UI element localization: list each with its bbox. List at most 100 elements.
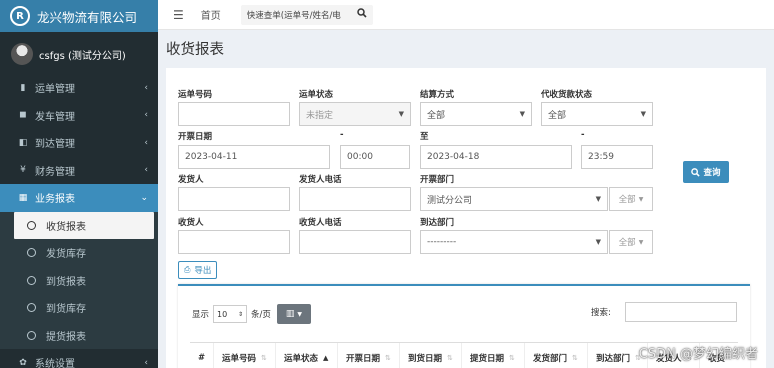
sidebar-item-waybill[interactable]: ▮ 运单管理 ‹	[0, 74, 158, 102]
submenu-item-pickup-report[interactable]: 提货报表	[0, 322, 158, 350]
search-icon[interactable]	[357, 8, 373, 21]
invoice-dept-scope-button[interactable]: 全部 ▼	[609, 187, 653, 211]
chevron-left-icon: ‹	[144, 357, 148, 368]
user-panel[interactable]: csfgs (测试分公司)	[0, 34, 158, 74]
sort-icon: ⇅	[572, 353, 578, 362]
waybill-status-select[interactable]: 未指定 ▼	[299, 102, 411, 126]
export-icon: ⎙	[184, 265, 191, 274]
time-from-input[interactable]: 00:00	[340, 145, 410, 169]
query-button[interactable]: 查询	[683, 161, 729, 183]
caret-down-icon: ▼	[519, 110, 525, 118]
column-header-invoice-date[interactable]: 开票日期 ⇅	[338, 343, 400, 368]
time-to-input[interactable]: 23:59	[581, 145, 653, 169]
table-icon: ▦	[18, 192, 28, 203]
menu-toggle-icon[interactable]: ☰	[173, 8, 184, 22]
waybill-no-input[interactable]	[178, 102, 290, 126]
column-header-arrival-date[interactable]: 到货日期 ⇅	[400, 343, 462, 368]
page-size-controls: 显示 10 ⇕ 条/页 ▥ ▼	[192, 304, 311, 324]
sidebar-item-settings[interactable]: ✿ 系统设置 ‹	[0, 349, 158, 368]
app-title: 龙兴物流有限公司	[37, 9, 138, 25]
circle-icon	[27, 248, 36, 258]
arrival-dept-scope-button[interactable]: 全部 ▼	[609, 230, 653, 254]
truck-arrive-icon: ◧	[18, 137, 28, 148]
export-button[interactable]: ⎙ 导出	[178, 261, 218, 279]
reports-submenu: 收货报表 发货库存 到货报表 到货库存 提货报表	[0, 211, 158, 350]
chevron-left-icon: ‹	[144, 165, 148, 176]
sidebar-item-label: 业务报表	[35, 194, 75, 206]
column-header-waybill-status[interactable]: 运单状态 ▲	[276, 343, 338, 368]
column-header-pickup-date[interactable]: 提货日期 ⇅	[462, 343, 525, 368]
consignee-phone-label: 收货人电话	[299, 218, 342, 228]
page-size-select[interactable]: 10 ⇕	[213, 305, 248, 323]
column-header-index[interactable]: #	[190, 343, 214, 368]
home-link[interactable]: 首页	[201, 7, 221, 22]
truck-icon: ◼	[19, 110, 27, 121]
invoice-dept-label: 开票部门	[420, 175, 455, 185]
settle-method-select[interactable]: 全部 ▼	[420, 102, 532, 126]
avatar	[11, 43, 33, 65]
user-name: csfgs (测试分公司)	[39, 50, 126, 62]
sidebar-item-finance[interactable]: ¥ 财务管理 ‹	[0, 157, 158, 185]
cod-status-label: 代收货款状态	[541, 90, 593, 100]
shipper-phone-label: 发货人电话	[299, 175, 342, 185]
settle-method-label: 结算方式	[420, 90, 455, 100]
sort-icon: ⇅	[261, 353, 267, 362]
invoice-date-input[interactable]: 2023-04-11	[178, 145, 330, 169]
caret-down-icon: ▼	[640, 110, 646, 118]
arrival-dept-select[interactable]: --------- ▼	[420, 230, 608, 254]
updown-icon: ⇕	[237, 310, 244, 318]
time-dash: -	[581, 130, 585, 140]
cod-status-select[interactable]: 全部 ▼	[541, 102, 653, 126]
app-logo[interactable]: R 龙兴物流有限公司	[0, 0, 158, 32]
table-search-input[interactable]	[625, 302, 737, 322]
filter-box: 运单号码 运单状态 未指定 ▼ 结算方式 全部 ▼ 代收货款状态 全部 ▼ 开票…	[166, 68, 766, 368]
search-icon	[691, 167, 701, 177]
sidebar-item-dispatch[interactable]: ◼ 发车管理 ‹	[0, 102, 158, 130]
submenu-item-shipping-stock[interactable]: 发货库存	[0, 239, 158, 267]
consignee-phone-input[interactable]	[299, 230, 411, 254]
shipper-input[interactable]	[178, 187, 290, 211]
chevron-left-icon: ‹	[144, 137, 148, 148]
sidebar-item-reports[interactable]: ▦ 业务报表 ⌄	[0, 184, 158, 212]
sidebar: R 龙兴物流有限公司 csfgs (测试分公司) ▮ 运单管理 ‹ ◼ 发车管理…	[0, 0, 158, 368]
sort-asc-icon: ▲	[323, 353, 329, 362]
invoice-dept-select[interactable]: 测试分公司 ▼	[420, 187, 608, 211]
date-dash: -	[340, 130, 344, 140]
caret-down-icon: ▼	[398, 110, 404, 118]
waybill-no-label: 运单号码	[178, 90, 213, 100]
sidebar-item-label: 系统设置	[35, 359, 75, 368]
chevron-left-icon: ‹	[144, 82, 148, 93]
sort-icon: ⇅	[447, 353, 453, 362]
arrival-dept-label: 到达部门	[420, 218, 455, 228]
sidebar-item-label: 到达管理	[35, 139, 75, 151]
caret-down-icon: ▼	[595, 238, 601, 246]
consignee-input[interactable]	[178, 230, 290, 254]
logo-icon: R	[10, 6, 30, 26]
chevron-down-icon: ⌄	[140, 192, 148, 203]
submenu-item-arrival-stock[interactable]: 到货库存	[0, 294, 158, 322]
page-title: 收货报表	[166, 42, 224, 58]
gear-icon: ✿	[19, 357, 27, 368]
shipper-phone-input[interactable]	[299, 187, 411, 211]
column-header-waybill-no[interactable]: 运单号码 ⇅	[214, 343, 276, 368]
watermark: CSDN @梦幻编织者	[638, 347, 758, 362]
columns-icon: ▥	[285, 309, 295, 319]
caret-down-icon: ▼	[297, 310, 302, 318]
sidebar-item-label: 财务管理	[35, 166, 75, 178]
yen-icon: ¥	[20, 165, 26, 176]
invoice-date-label: 开票日期	[178, 132, 213, 142]
circle-icon	[27, 275, 36, 285]
column-header-shipping-dept[interactable]: 发货部门 ⇅	[525, 343, 588, 368]
date-to-input[interactable]: 2023-04-18	[420, 145, 572, 169]
columns-toggle-button[interactable]: ▥ ▼	[276, 304, 311, 324]
clipboard-icon: ▮	[20, 82, 26, 93]
submenu-item-receipt-report[interactable]: 收货报表	[14, 211, 154, 239]
shipper-label: 发货人	[178, 175, 204, 185]
quick-search-input[interactable]: 快速查单(运单号/姓名/电	[240, 4, 373, 25]
chevron-left-icon: ‹	[144, 110, 148, 121]
to-label: 至	[420, 132, 429, 142]
sidebar-item-arrival[interactable]: ◧ 到达管理 ‹	[0, 129, 158, 157]
submenu-item-arrival-report[interactable]: 到货报表	[0, 267, 158, 295]
sort-icon: ⇅	[509, 353, 515, 362]
caret-down-icon: ▼	[638, 238, 644, 246]
